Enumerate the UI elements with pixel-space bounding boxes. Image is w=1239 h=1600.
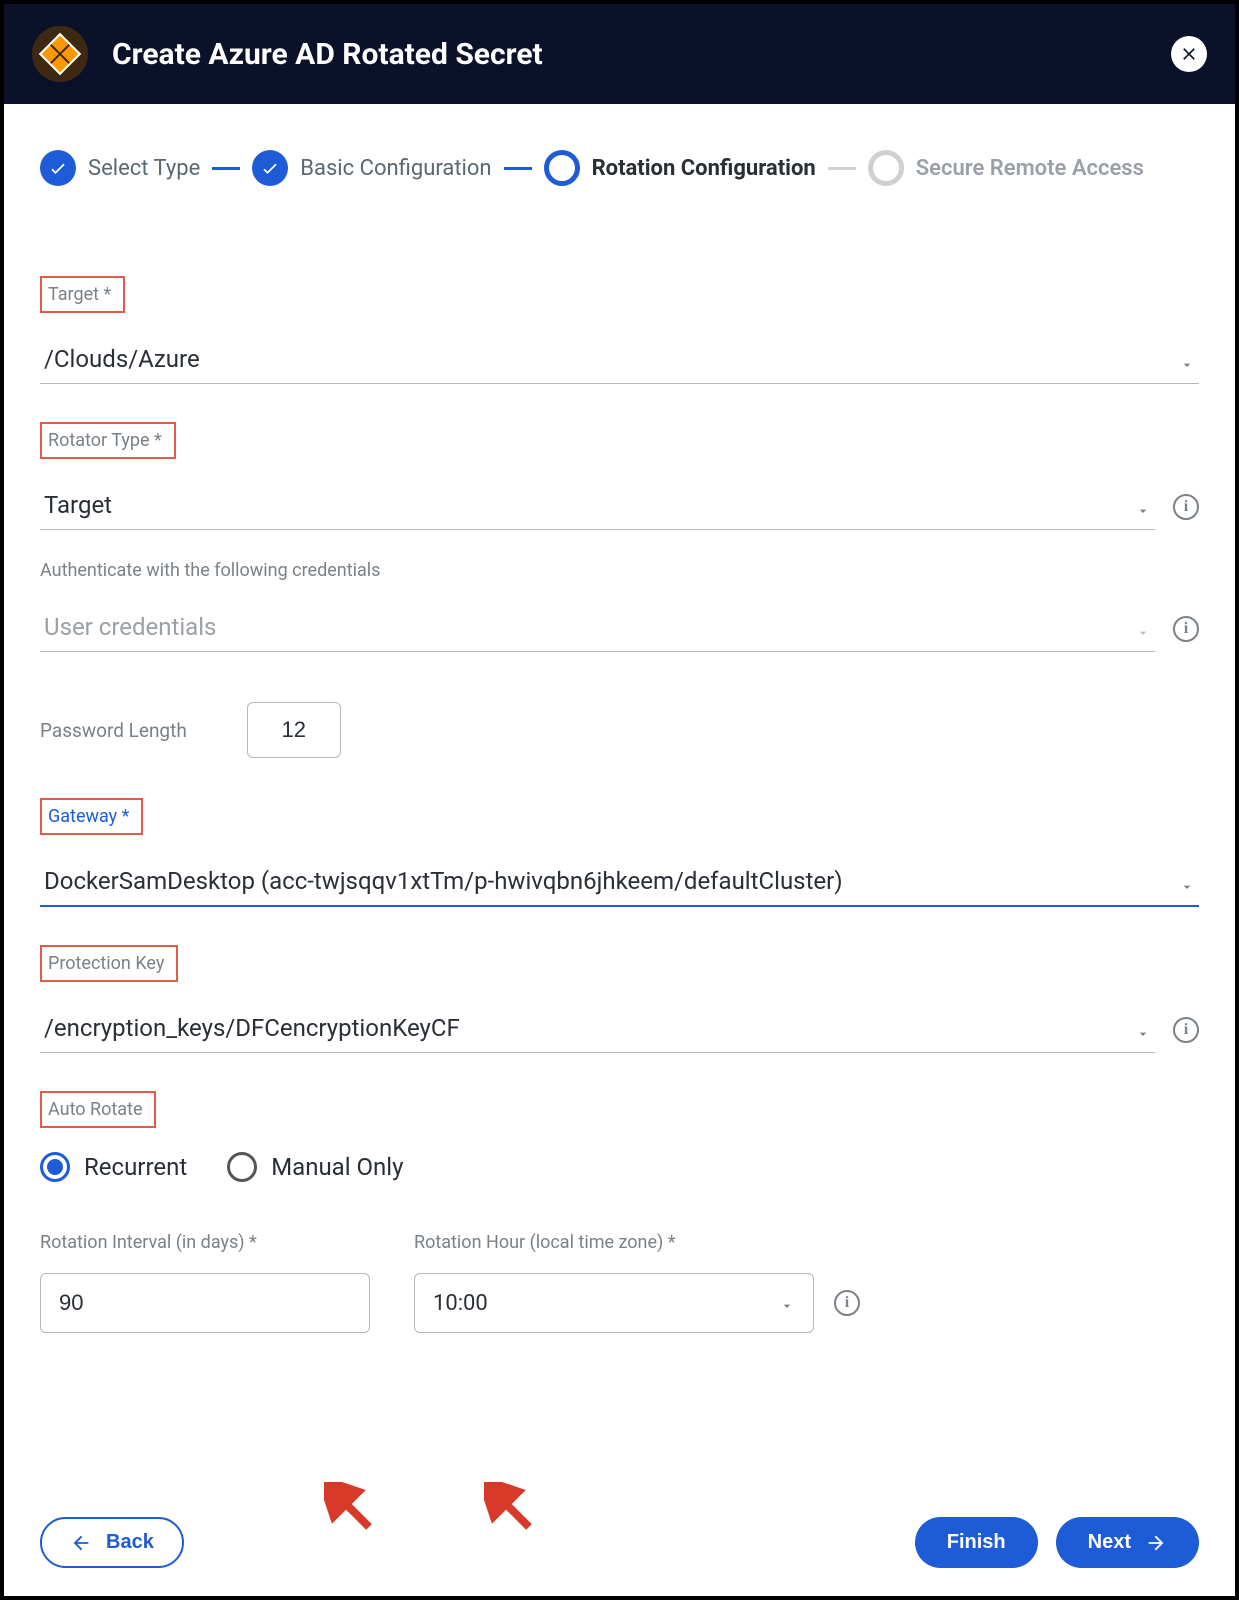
current-step-icon <box>544 150 580 186</box>
diamond-icon <box>39 33 81 75</box>
field-rotator-type: Rotator Type * Target i Authenticate wit… <box>40 422 1199 758</box>
radio-icon <box>40 1152 70 1182</box>
field-gateway: Gateway * DockerSamDesktop (acc-twjsqqv1… <box>40 798 1199 907</box>
next-button[interactable]: Next <box>1056 1517 1199 1568</box>
field-target: Target * /Clouds/Azure <box>40 276 1199 384</box>
radio-label: Manual Only <box>271 1153 403 1181</box>
step-connector <box>504 167 532 170</box>
check-icon <box>40 150 76 186</box>
target-select[interactable]: /Clouds/Azure <box>40 337 1199 384</box>
password-length-input[interactable] <box>247 702 341 758</box>
finish-button[interactable]: Finish <box>915 1517 1038 1568</box>
field-protection-key: Protection Key /encryption_keys/DFCencry… <box>40 945 1199 1053</box>
chevron-down-icon <box>1135 497 1151 513</box>
field-label: Target * <box>48 284 111 305</box>
dialog-body: Select Type Basic Configuration Rotation… <box>4 104 1235 1401</box>
password-length-row: Password Length <box>40 702 1199 758</box>
info-icon[interactable]: i <box>1173 616 1199 642</box>
info-icon[interactable]: i <box>1173 494 1199 520</box>
highlight-box: Target * <box>40 276 125 313</box>
highlight-box: Auto Rotate <box>40 1091 156 1128</box>
rotator-type-select[interactable]: Target <box>40 483 1155 530</box>
protection-key-select[interactable]: /encryption_keys/DFCencryptionKeyCF <box>40 1006 1155 1053</box>
select-value: DockerSamDesktop (acc-twjsqqv1xtTm/p-hwi… <box>44 867 843 895</box>
info-icon[interactable]: i <box>834 1290 860 1316</box>
back-button[interactable]: Back <box>40 1517 184 1568</box>
info-icon[interactable]: i <box>1173 1017 1199 1043</box>
select-value: User credentials <box>44 613 216 641</box>
gateway-select[interactable]: DockerSamDesktop (acc-twjsqqv1xtTm/p-hwi… <box>40 859 1199 907</box>
button-label: Finish <box>947 1531 1006 1554</box>
chevron-down-icon <box>1179 873 1195 889</box>
chevron-down-icon <box>1135 619 1151 635</box>
dialog-footer: Back Finish Next <box>40 1517 1199 1568</box>
auto-rotate-radio-group: Recurrent Manual Only <box>40 1152 1199 1182</box>
rotation-hour-col: Rotation Hour (local time zone) * 10:00 … <box>414 1232 860 1333</box>
step-rotation-config[interactable]: Rotation Configuration <box>544 150 816 186</box>
close-icon <box>1179 44 1199 64</box>
select-value: /encryption_keys/DFCencryptionKeyCF <box>44 1014 460 1042</box>
arrow-left-icon <box>70 1532 92 1554</box>
radio-manual-only[interactable]: Manual Only <box>227 1152 403 1182</box>
field-label: Rotation Interval (in days) * <box>40 1232 370 1253</box>
check-icon <box>252 150 288 186</box>
future-step-icon <box>868 150 904 186</box>
field-label: Rotator Type * <box>48 430 162 451</box>
select-value: 10:00 <box>433 1291 488 1316</box>
app-logo <box>32 26 88 82</box>
step-secure-remote: Secure Remote Access <box>868 150 1144 186</box>
field-auto-rotate: Auto Rotate Recurrent Manual Only Rotati… <box>40 1091 1199 1333</box>
highlight-box: Protection Key <box>40 945 178 982</box>
highlight-box: Gateway * <box>40 798 143 835</box>
highlight-box: Rotator Type * <box>40 422 176 459</box>
step-connector <box>212 167 240 170</box>
select-value: /Clouds/Azure <box>44 345 200 373</box>
rotation-interval-col: Rotation Interval (in days) * <box>40 1232 370 1333</box>
auth-label: Authenticate with the following credenti… <box>40 560 1199 581</box>
chevron-down-icon <box>1135 1020 1151 1036</box>
step-label: Basic Configuration <box>300 156 491 181</box>
chevron-down-icon <box>1179 351 1195 367</box>
field-label: Gateway * <box>48 806 129 827</box>
rotation-interval-input[interactable] <box>40 1273 370 1333</box>
field-label: Password Length <box>40 719 187 742</box>
field-label: Rotation Hour (local time zone) * <box>414 1232 860 1253</box>
close-button[interactable] <box>1171 36 1207 72</box>
step-label: Secure Remote Access <box>916 156 1144 181</box>
button-label: Next <box>1088 1531 1131 1554</box>
rotation-timing-row: Rotation Interval (in days) * Rotation H… <box>40 1232 1199 1333</box>
auth-credentials-select[interactable]: User credentials <box>40 605 1155 652</box>
dialog-header: Create Azure AD Rotated Secret <box>4 4 1235 104</box>
field-label: Auto Rotate <box>48 1099 142 1120</box>
dialog-frame: Create Azure AD Rotated Secret Select Ty… <box>0 0 1239 1600</box>
dialog-title: Create Azure AD Rotated Secret <box>112 37 543 72</box>
rotation-hour-select[interactable]: 10:00 <box>414 1273 814 1333</box>
field-label: Protection Key <box>48 953 164 974</box>
arrow-right-icon <box>1145 1532 1167 1554</box>
button-label: Back <box>106 1531 154 1554</box>
step-select-type[interactable]: Select Type <box>40 150 200 186</box>
step-label: Select Type <box>88 156 200 181</box>
select-value: Target <box>44 491 112 519</box>
step-label: Rotation Configuration <box>592 156 816 181</box>
radio-label: Recurrent <box>84 1153 187 1181</box>
footer-right: Finish Next <box>915 1517 1199 1568</box>
chevron-down-icon <box>779 1295 795 1311</box>
step-connector <box>828 167 856 170</box>
radio-recurrent[interactable]: Recurrent <box>40 1152 187 1182</box>
stepper: Select Type Basic Configuration Rotation… <box>40 150 1199 186</box>
radio-icon <box>227 1152 257 1182</box>
step-basic-config[interactable]: Basic Configuration <box>252 150 491 186</box>
